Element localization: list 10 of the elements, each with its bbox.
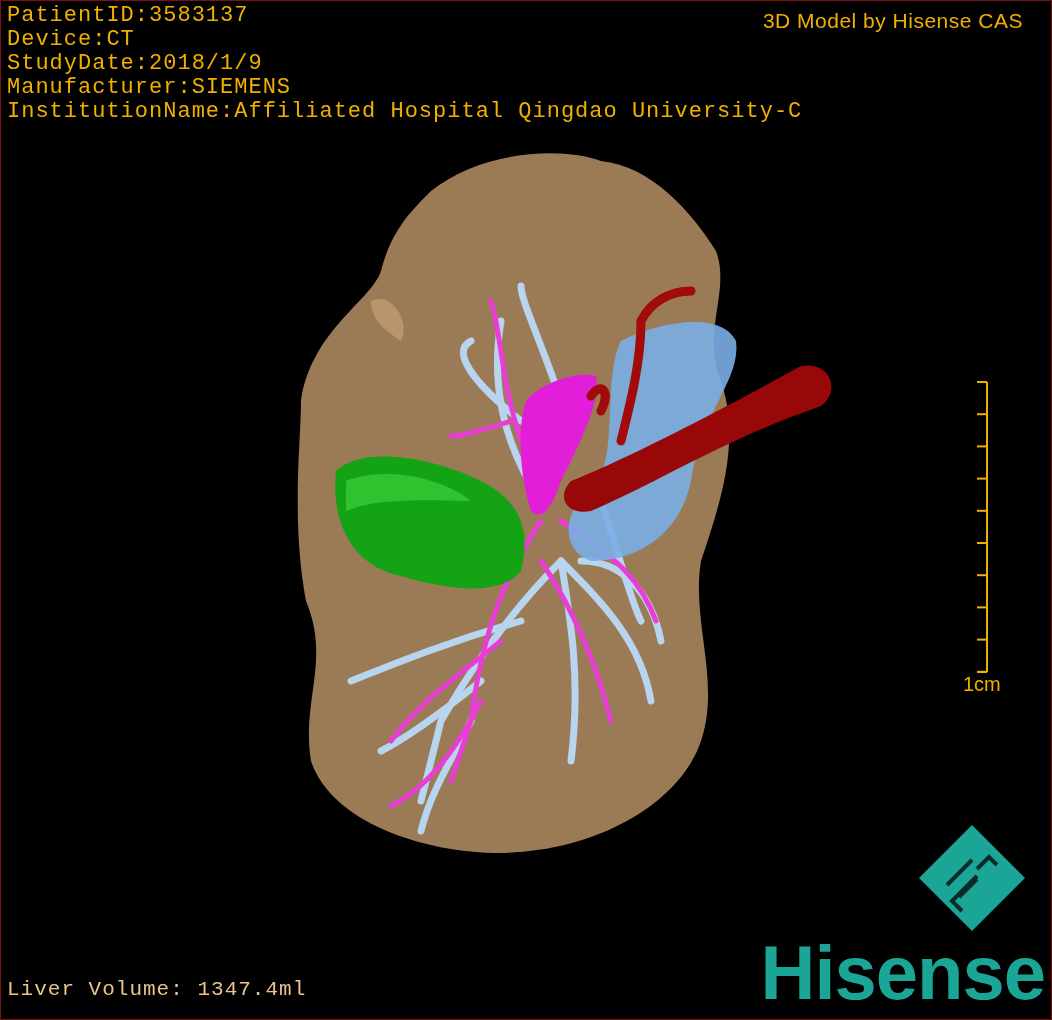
info-line: InstitutionName:Affiliated Hospital Qingdao University-C bbox=[7, 100, 803, 124]
info-line: PatientID:3583137 bbox=[7, 4, 249, 28]
volume-readout: Liver Volume: 1347.4ml bbox=[7, 976, 307, 1003]
info-line: Device:CT bbox=[7, 28, 135, 52]
info-line: StudyDate:2018/1/9 bbox=[7, 52, 263, 76]
scale-label: 1cm bbox=[963, 673, 1001, 695]
info-line: Manufacturer:SIEMENS bbox=[7, 76, 292, 100]
brand-logo-text: Hisense bbox=[760, 933, 1045, 1013]
model-title: 3D Model by Hisense CAS bbox=[762, 8, 1023, 34]
logo-icon bbox=[917, 823, 1027, 933]
